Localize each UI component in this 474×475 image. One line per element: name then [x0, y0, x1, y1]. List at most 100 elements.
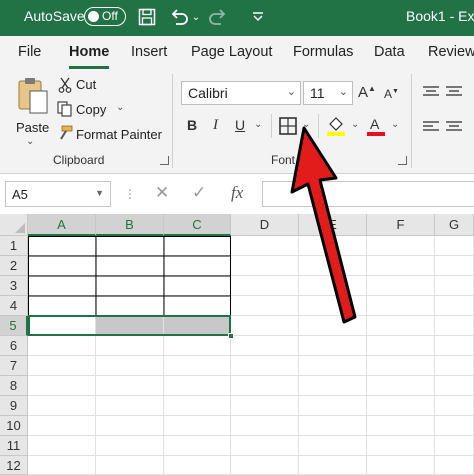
cell-b10[interactable] — [96, 416, 164, 436]
cell-e9[interactable] — [299, 396, 367, 416]
cell-g3[interactable] — [435, 276, 474, 296]
cut-label[interactable]: Cut — [76, 77, 96, 92]
cell-e1[interactable] — [299, 236, 367, 256]
tab-page-layout[interactable]: Page Layout — [191, 44, 272, 60]
bold-button[interactable]: B — [187, 117, 197, 133]
cell-a7[interactable] — [28, 356, 96, 376]
cell-f4[interactable] — [367, 296, 435, 316]
cell-f5[interactable] — [367, 316, 435, 336]
column-header-g[interactable]: G — [435, 214, 474, 236]
row-header-11[interactable]: 11 — [0, 436, 28, 456]
cell-e7[interactable] — [299, 356, 367, 376]
cell-e2[interactable] — [299, 256, 367, 276]
tab-insert[interactable]: Insert — [131, 44, 167, 60]
cell-d6[interactable] — [231, 336, 299, 356]
clipboard-launcher-icon[interactable] — [160, 156, 169, 165]
cell-e4[interactable] — [299, 296, 367, 316]
cell-a6[interactable] — [28, 336, 96, 356]
cancel-button[interactable]: ✕ — [155, 183, 169, 203]
undo-icon[interactable] — [168, 6, 190, 28]
row-header-5[interactable]: 5 — [0, 316, 28, 336]
align-left-icon[interactable] — [423, 120, 439, 139]
paste-icon[interactable] — [16, 76, 50, 121]
column-header-c[interactable]: C — [164, 214, 231, 236]
align-center-icon[interactable] — [446, 120, 462, 139]
cell-e6[interactable] — [299, 336, 367, 356]
cell-b9[interactable] — [96, 396, 164, 416]
font-color-icon[interactable]: A — [366, 115, 386, 142]
save-icon[interactable] — [136, 6, 158, 28]
cell-a9[interactable] — [28, 396, 96, 416]
formula-input[interactable] — [262, 181, 474, 207]
tab-review[interactable]: Review — [428, 44, 474, 60]
cell-a8[interactable] — [28, 376, 96, 396]
cell-g1[interactable] — [435, 236, 474, 256]
enter-button[interactable]: ✓ — [192, 183, 206, 203]
cut-icon[interactable] — [58, 77, 72, 98]
column-header-b[interactable]: B — [96, 214, 164, 236]
tab-data[interactable]: Data — [374, 44, 405, 60]
cell-g9[interactable] — [435, 396, 474, 416]
row-header-8[interactable]: 8 — [0, 376, 28, 396]
row-header-1[interactable]: 1 — [0, 236, 28, 256]
font-color-dropdown-icon[interactable]: ⌄ — [391, 119, 399, 130]
row-header-3[interactable]: 3 — [0, 276, 28, 296]
paste-label[interactable]: Paste — [16, 120, 49, 135]
redo-icon[interactable] — [207, 6, 229, 28]
cell-d4[interactable] — [231, 296, 299, 316]
select-all-button[interactable] — [0, 214, 28, 236]
format-painter-icon[interactable] — [57, 125, 73, 146]
cell-a10[interactable] — [28, 416, 96, 436]
cell-d7[interactable] — [231, 356, 299, 376]
cell-g11[interactable] — [435, 436, 474, 456]
column-header-d[interactable]: D — [231, 214, 299, 236]
row-header-10[interactable]: 10 — [0, 416, 28, 436]
borders-icon[interactable] — [279, 117, 297, 140]
customize-toolbar-icon[interactable] — [250, 6, 266, 28]
cell-f6[interactable] — [367, 336, 435, 356]
cell-f7[interactable] — [367, 356, 435, 376]
cell-b6[interactable] — [96, 336, 164, 356]
cell-g6[interactable] — [435, 336, 474, 356]
column-header-e[interactable]: E — [299, 214, 367, 236]
cell-b12[interactable] — [96, 456, 164, 475]
cell-d3[interactable] — [231, 276, 299, 296]
top-align-icon[interactable] — [423, 85, 439, 104]
cell-c10[interactable] — [164, 416, 231, 436]
cell-g5[interactable] — [435, 316, 474, 336]
cell-e5[interactable] — [299, 316, 367, 336]
cell-d8[interactable] — [231, 376, 299, 396]
cell-c11[interactable] — [164, 436, 231, 456]
column-header-f[interactable]: F — [367, 214, 435, 236]
paste-dropdown-icon[interactable]: ⌄ — [26, 136, 34, 147]
cell-e3[interactable] — [299, 276, 367, 296]
row-header-4[interactable]: 4 — [0, 296, 28, 316]
cell-f11[interactable] — [367, 436, 435, 456]
cell-e12[interactable] — [299, 456, 367, 475]
row-header-9[interactable]: 9 — [0, 396, 28, 416]
cell-c6[interactable] — [164, 336, 231, 356]
cell-g8[interactable] — [435, 376, 474, 396]
fill-handle[interactable] — [228, 333, 234, 339]
cell-b11[interactable] — [96, 436, 164, 456]
tab-home[interactable]: Home — [69, 44, 109, 60]
row-header-12[interactable]: 12 — [0, 456, 28, 475]
row-header-2[interactable]: 2 — [0, 256, 28, 276]
borders-dropdown-icon[interactable]: ⌄ — [302, 119, 310, 130]
cell-a11[interactable] — [28, 436, 96, 456]
cell-d1[interactable] — [231, 236, 299, 256]
cell-b7[interactable] — [96, 356, 164, 376]
underline-button[interactable]: U — [235, 117, 245, 133]
cell-d11[interactable] — [231, 436, 299, 456]
cell-f9[interactable] — [367, 396, 435, 416]
cell-c7[interactable] — [164, 356, 231, 376]
font-launcher-icon[interactable] — [398, 156, 407, 165]
cell-e10[interactable] — [299, 416, 367, 436]
cell-g10[interactable] — [435, 416, 474, 436]
cell-g12[interactable] — [435, 456, 474, 475]
format-painter-label[interactable]: Format Painter — [76, 127, 162, 142]
cell-f3[interactable] — [367, 276, 435, 296]
font-size-combo[interactable]: 11 ⌄ — [303, 81, 353, 105]
increase-font-size-button[interactable]: A▲ — [358, 84, 376, 101]
cell-b8[interactable] — [96, 376, 164, 396]
